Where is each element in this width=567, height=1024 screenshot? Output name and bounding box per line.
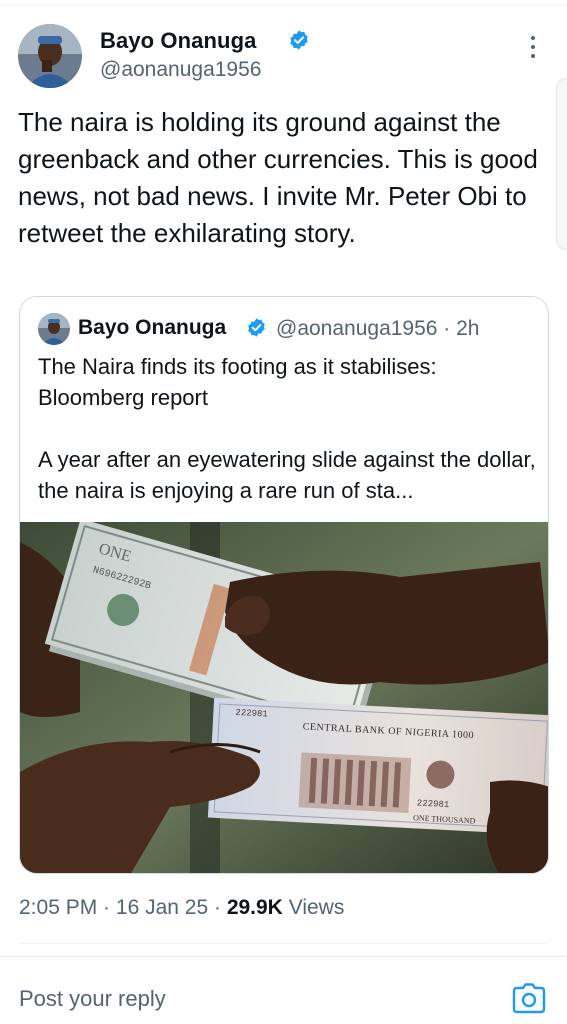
quoted-author-avatar xyxy=(38,313,70,345)
views-count[interactable]: 29.9K xyxy=(227,896,283,919)
post-time: 2:05 PM xyxy=(19,896,98,919)
author-name[interactable]: Bayo Onanuga xyxy=(100,28,256,54)
views-label: Views xyxy=(288,896,345,919)
verified-badge-icon xyxy=(290,30,308,50)
quoted-author-name: Bayo Onanuga xyxy=(78,316,227,339)
top-divider xyxy=(0,4,567,5)
quoted-post-image[interactable]: ONE N69622292B 222981 CENTRAL BANK OF NI… xyxy=(20,518,548,873)
ngn-note-serial-top: 222981 xyxy=(235,708,268,720)
author-handle[interactable]: @aonanuga1956 xyxy=(100,58,261,82)
verified-badge-icon xyxy=(248,318,265,337)
quoted-handle-and-time: @aonanuga1956 · 2h xyxy=(276,317,480,340)
author-avatar[interactable] xyxy=(18,24,82,88)
metadata-divider xyxy=(19,943,548,944)
meta-separator: · xyxy=(208,896,227,919)
quoted-post-card[interactable]: Bayo Onanuga @aonanuga1956 · 2h The Nair… xyxy=(19,296,549,874)
meta-separator: · xyxy=(97,896,116,919)
reply-divider xyxy=(0,956,567,957)
camera-icon[interactable] xyxy=(512,982,546,1014)
post-date: 16 Jan 25 xyxy=(115,896,209,919)
post-text: The naira is holding its ground against … xyxy=(18,107,538,248)
adjacent-card-edge xyxy=(556,78,567,250)
post-header: Bayo Onanuga @aonanuga1956 xyxy=(18,22,548,92)
more-options-icon[interactable] xyxy=(526,36,540,62)
quoted-post-text: The Naira finds its footing as it stabil… xyxy=(38,354,536,503)
ngn-note-serial: 222981 xyxy=(417,798,450,810)
reply-input[interactable]: Post your reply xyxy=(19,986,166,1012)
post-metadata: 2:05 PM · 16 Jan 25 · 29.9K Views xyxy=(19,896,344,920)
